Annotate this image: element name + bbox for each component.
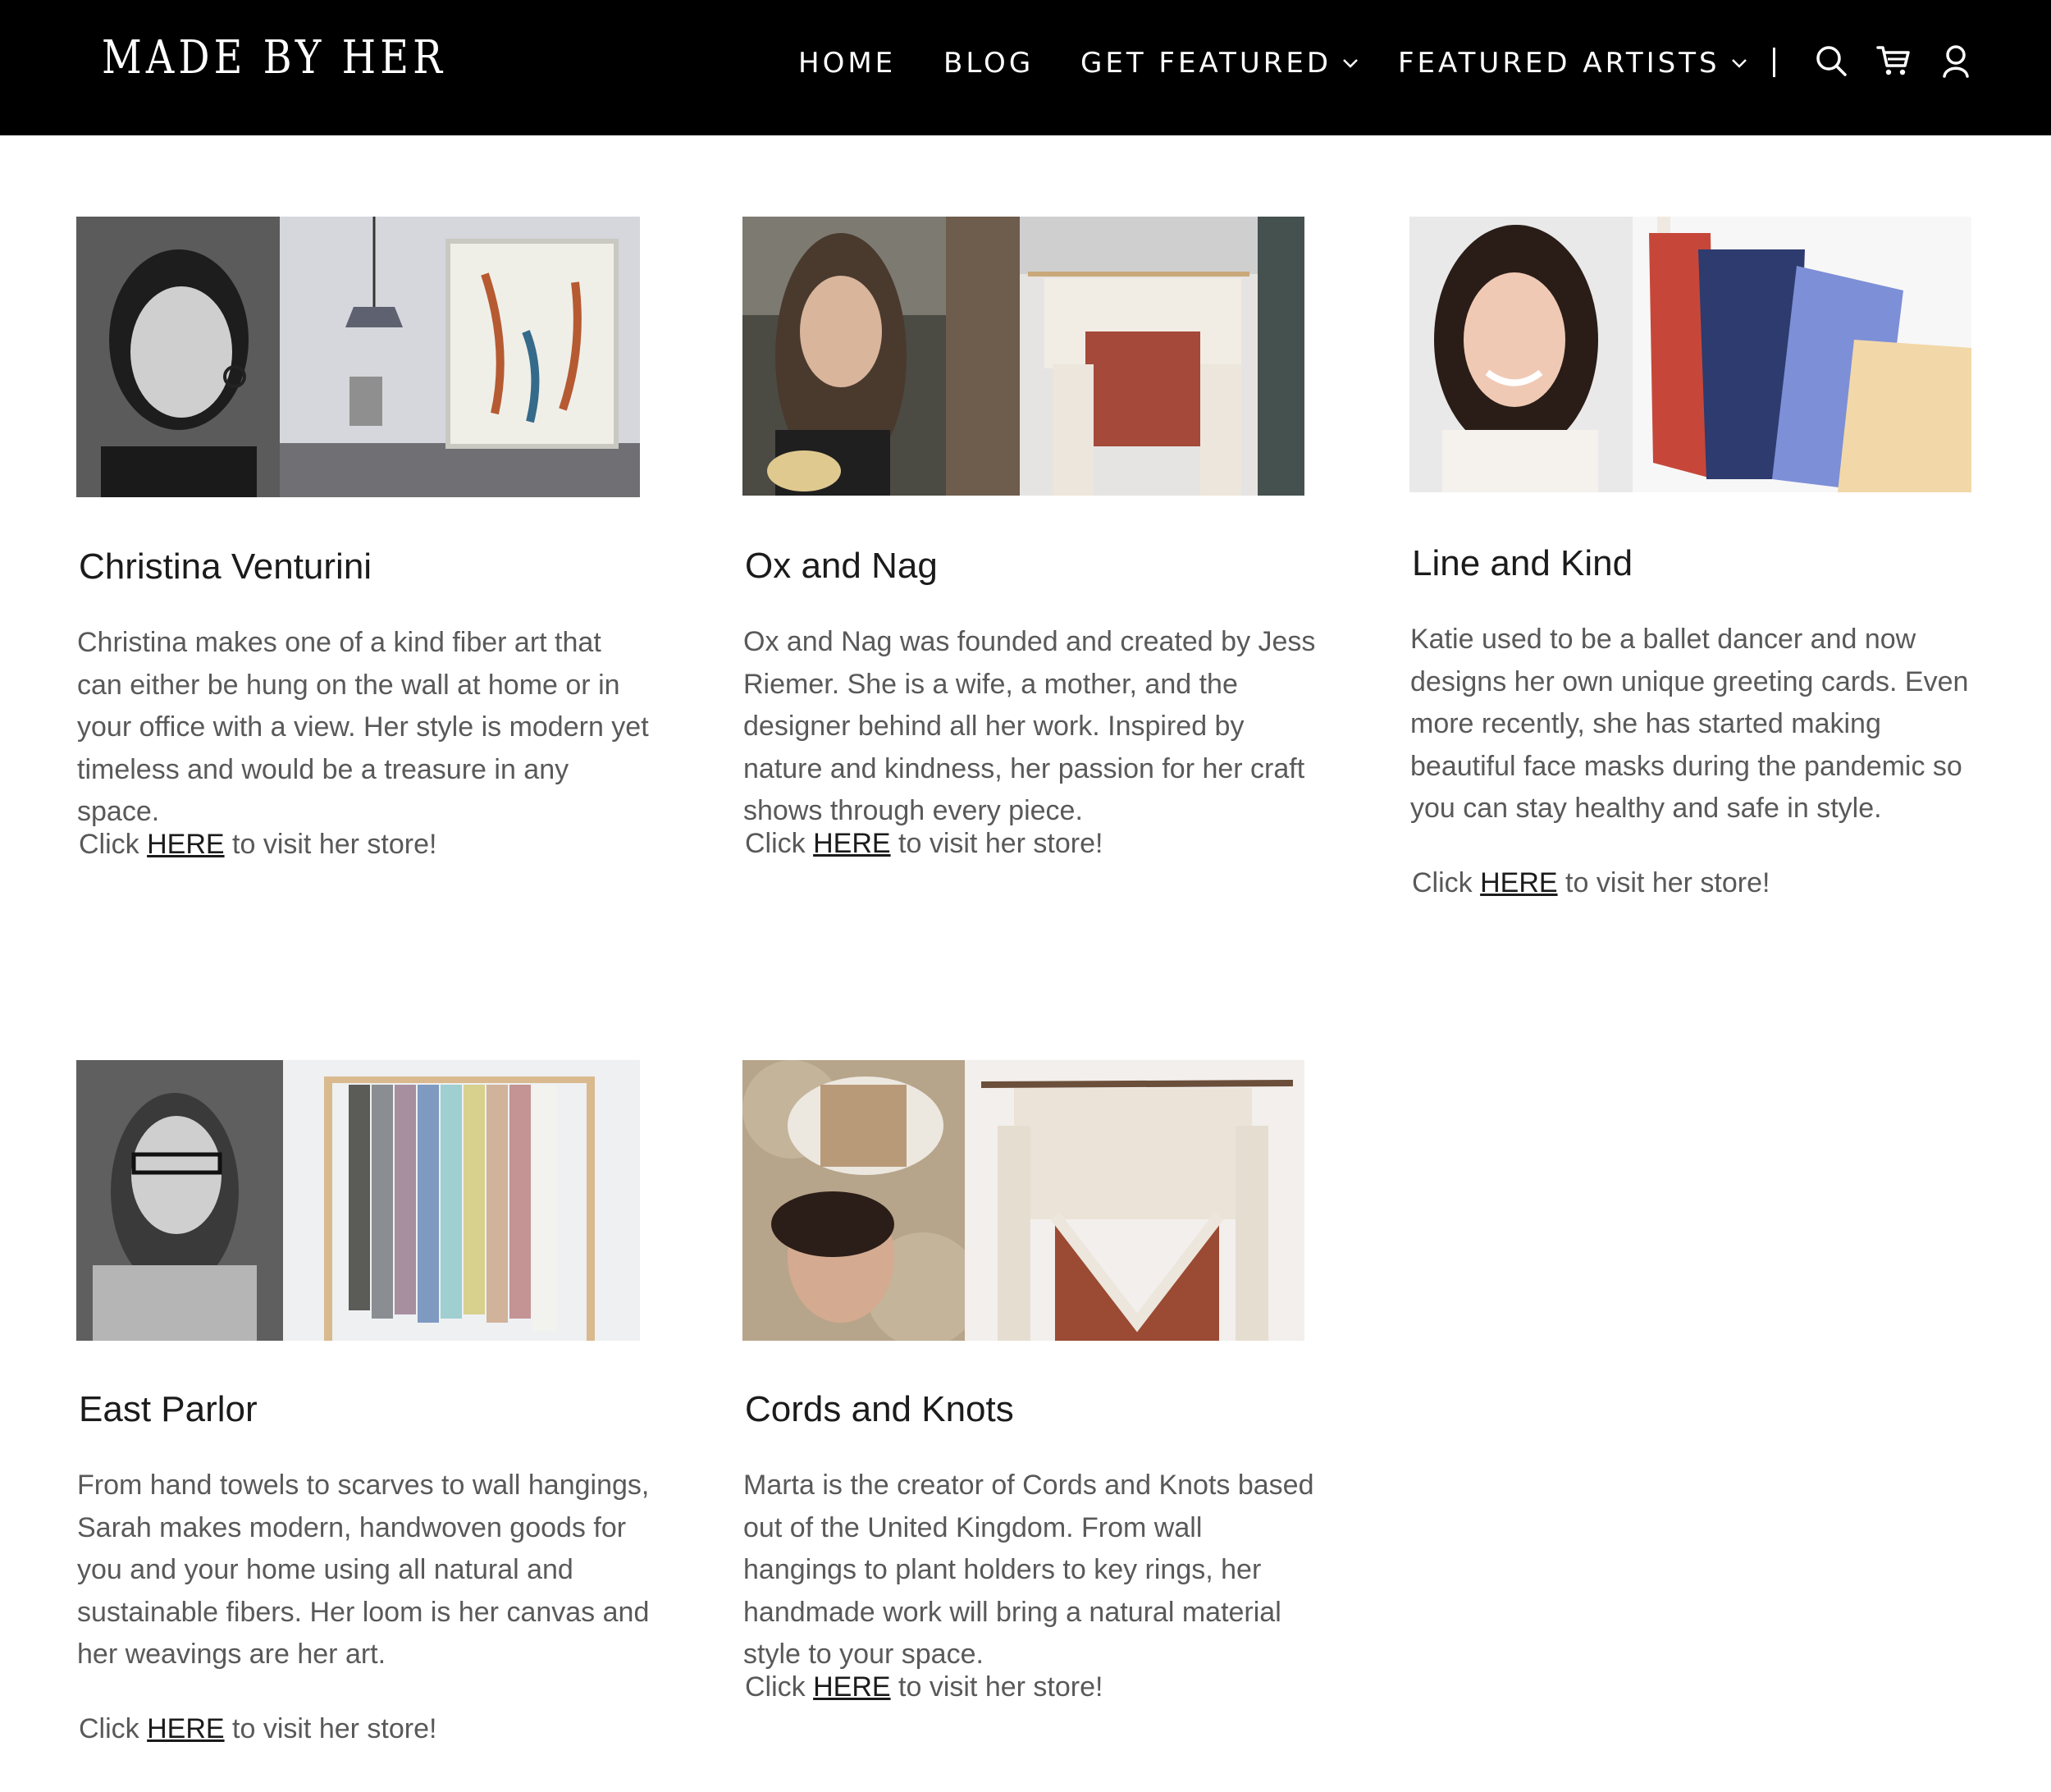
cta-suffix: to visit her store! (890, 828, 1103, 859)
store-link-line: Click HERE to visit her store! (79, 829, 436, 861)
store-link[interactable]: HERE (147, 829, 224, 860)
nav-get-featured-label: GET FEATURED (1080, 47, 1332, 80)
store-link[interactable]: HERE (813, 828, 890, 859)
cta-suffix: to visit her store! (890, 1671, 1103, 1703)
search-icon[interactable] (1813, 43, 1849, 79)
artist-photo (76, 217, 640, 497)
chevron-down-icon (1343, 59, 1358, 68)
artist-name: Christina Venturini (79, 546, 372, 587)
artist-photo (1409, 217, 1971, 492)
artist-photo (742, 217, 1304, 496)
store-link[interactable]: HERE (147, 1713, 224, 1744)
nav-divider (1773, 48, 1775, 77)
nav-featured-artists[interactable]: FEATURED ARTISTS (1398, 43, 1748, 84)
cta-suffix: to visit her store! (1557, 867, 1770, 898)
nav-get-featured[interactable]: GET FEATURED (1080, 43, 1359, 84)
portrait-image (76, 1060, 283, 1341)
product-image (280, 217, 640, 497)
cta-suffix: to visit her store! (224, 829, 437, 860)
nav-featured-artists-label: FEATURED ARTISTS (1398, 47, 1720, 80)
cta-prefix: Click (79, 1713, 148, 1744)
artist-description: From hand towels to scarves to wall hang… (77, 1470, 650, 1670)
artist-photo (742, 1060, 1304, 1341)
product-image (965, 1060, 1304, 1341)
cta-prefix: Click (745, 828, 814, 859)
product-image (283, 1060, 640, 1341)
portrait-image (742, 1060, 965, 1341)
nav-home[interactable]: HOME (798, 43, 896, 84)
artist-name: Line and Kind (1412, 543, 1633, 583)
cta-prefix: Click (1412, 867, 1481, 898)
chevron-down-icon (1731, 59, 1747, 68)
store-link-line: Click HERE to visit her store! (745, 1671, 1103, 1703)
store-link-line: Click HERE to visit her store! (745, 828, 1103, 860)
artist-description: Christina makes one of a kind fiber art … (77, 627, 649, 827)
cta-suffix: to visit her store! (224, 1713, 437, 1744)
artist-description: Ox and Nag was founded and created by Je… (743, 626, 1316, 826)
artist-name: Ox and Nag (745, 546, 938, 586)
nav-blog[interactable]: BLOG (943, 43, 1034, 84)
artist-description: Katie used to be a ballet dancer and now… (1410, 624, 1969, 824)
cart-icon[interactable] (1875, 43, 1912, 79)
artist-name: Cords and Knots (745, 1389, 1014, 1429)
site-header: MADE BY HER HOME BLOG GET FEATURED FEATU… (0, 0, 2051, 135)
site-logo[interactable]: MADE BY HER (102, 31, 446, 85)
artist-description: Marta is the creator of Cords and Knots … (743, 1470, 1314, 1670)
account-icon[interactable] (1938, 43, 1974, 79)
store-link[interactable]: HERE (813, 1671, 890, 1703)
store-link-line: Click HERE to visit her store! (79, 1713, 436, 1745)
artist-photo (76, 1060, 640, 1341)
store-link[interactable]: HERE (1480, 867, 1557, 898)
portrait-image (76, 217, 280, 497)
cta-prefix: Click (745, 1671, 814, 1703)
store-link-line: Click HERE to visit her store! (1412, 867, 1770, 899)
nav-blog-label: BLOG (943, 47, 1035, 80)
nav-home-label: HOME (798, 47, 897, 80)
product-image (1633, 217, 1971, 492)
portrait-image (1409, 217, 1633, 492)
artist-name: East Parlor (79, 1389, 258, 1429)
portrait-image (742, 217, 946, 496)
cta-prefix: Click (79, 829, 148, 860)
product-image (946, 217, 1304, 496)
